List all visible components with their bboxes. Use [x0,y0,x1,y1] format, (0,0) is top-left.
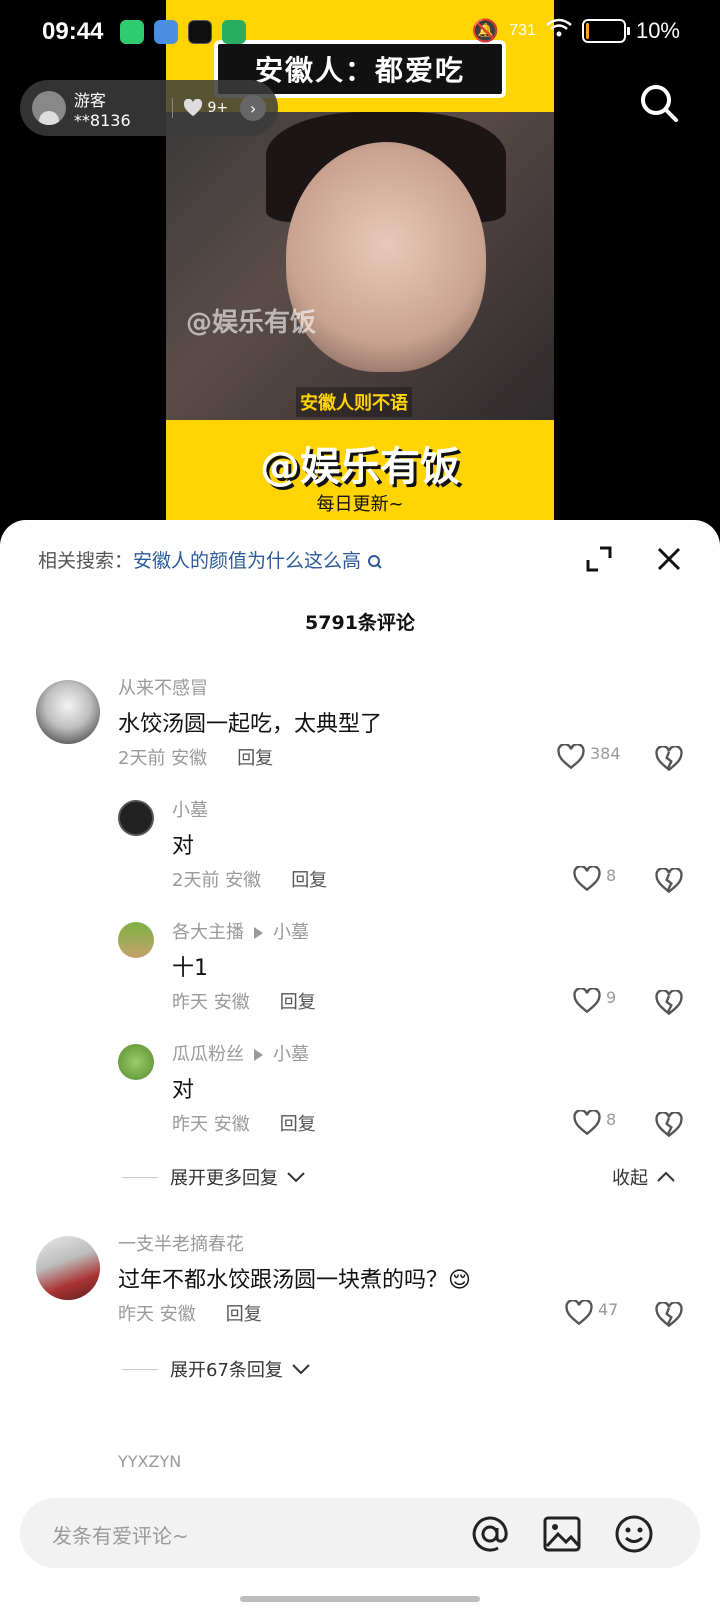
like-button[interactable]: 8 [572,1110,616,1136]
home-indicator[interactable] [240,1596,480,1602]
expand-icon[interactable] [584,544,614,574]
mute-icon: 🔕 [471,18,500,43]
divider [172,98,174,118]
reply-author[interactable]: 各大主播 小墓 [172,918,309,944]
chevron-up-icon [657,1171,675,1182]
comment-time-location: 昨天 安徽 [118,1304,196,1325]
reply-text: 对 [172,834,195,859]
heart-outline-icon [573,988,601,1014]
comment-author[interactable]: 从来不感冒 [118,674,208,700]
reply-time-location: 2天前 安徽 [172,870,262,891]
android-app-icon [222,20,246,44]
user-avatar [32,91,66,125]
comment-input-placeholder: 发条有爱评论~ [52,1524,189,1548]
browser-app-icon [154,20,178,44]
related-search-prefix: 相关搜索： [38,550,134,572]
status-bar: 09:44 🔕 731 10% [0,0,720,66]
wifi-icon [546,18,572,44]
reply-text: 十1 [172,956,208,981]
avatar[interactable] [36,1236,100,1300]
status-right: 🔕 731 10% [472,18,680,44]
like-button[interactable]: 47 [564,1300,618,1326]
status-time: 09:44 [42,18,104,45]
chevron-down-icon [287,1172,305,1183]
expand-replies-button[interactable]: 展开更多回复 [122,1164,306,1190]
comment-time-location: 2天前 安徽 [118,748,208,769]
search-icon[interactable] [638,82,680,124]
video-frame: @娱乐有饭 安徽人则不语 [166,112,554,420]
tiktok-app-icon [188,20,212,44]
reply-author[interactable]: 小墓 [172,796,208,822]
close-icon[interactable] [654,544,684,574]
heart-icon [184,99,203,117]
like-count: 9 [606,988,617,1007]
video-subtitle: 安徽人则不语 [296,387,412,417]
expand-replies-button[interactable]: 展开67条回复 [122,1356,311,1382]
comment-text: 水饺汤圆一起吃，太典型了 [118,712,383,737]
reply-button[interactable]: 回复 [291,870,327,891]
comment-input[interactable]: 发条有爱评论~ [20,1498,700,1568]
chevron-down-icon [292,1364,310,1375]
comment-meta: 昨天 安徽 回复 [118,1300,262,1326]
battery-app-icon [120,20,144,44]
comment-author[interactable]: 一支半老摘春花 [118,1230,244,1256]
video-brand: @娱乐有饭 [260,444,460,490]
reply-meta: 昨天 安徽 回复 [172,988,316,1014]
search-small-icon [368,554,382,569]
network-speed: 731 [509,22,536,39]
emoji-icon[interactable] [614,1514,654,1554]
like-count: 47 [598,1300,619,1319]
image-icon[interactable] [542,1514,582,1554]
mention-icon[interactable] [470,1514,510,1554]
avatar[interactable] [118,1044,154,1080]
heart-outline-icon [565,1300,593,1326]
heart-outline-icon [573,866,601,892]
user-likes: 9+ [183,99,228,117]
like-button[interactable]: 384 [556,744,621,770]
reply-time-location: 昨天 安徽 [172,992,250,1013]
reply-button[interactable]: 回复 [280,992,316,1013]
avatar[interactable] [118,922,154,958]
battery-percent: 10% [635,18,680,43]
dislike-icon[interactable] [654,746,684,772]
reply-meta: 2天前 安徽 回复 [172,866,327,892]
collapse-replies-button[interactable]: 收起 [612,1164,676,1190]
like-count: 8 [606,1110,617,1129]
reply-time-location: 昨天 安徽 [172,1114,250,1135]
like-count: 384 [590,744,621,763]
dislike-icon[interactable] [654,868,684,894]
user-pill[interactable]: 游客**8136 9+ › [20,80,278,136]
reply-author[interactable]: 瓜瓜粉丝 小墓 [172,1040,309,1066]
reply-meta: 昨天 安徽 回复 [172,1110,316,1136]
avatar[interactable] [118,800,154,836]
comment-count: 5791条评论 [305,612,415,634]
heart-outline-icon [557,744,585,770]
heart-outline-icon [573,1110,601,1136]
reply-text: 对 [172,1078,195,1103]
reply-button[interactable]: 回复 [226,1304,262,1325]
like-count: 8 [606,866,617,885]
notification-icons [120,20,246,44]
video-player[interactable]: 安徽人：都爱吃 @娱乐有饭 安徽人则不语 @娱乐有饭 每日更新~ [166,0,554,520]
related-search[interactable]: 相关搜索：安徽人的颜值为什么这么高 [38,546,383,573]
reply-button[interactable]: 回复 [280,1114,316,1135]
chevron-right-icon[interactable]: › [240,95,267,121]
comment-meta: 2天前 安徽 回复 [118,744,273,770]
dislike-icon[interactable] [654,1302,684,1328]
comment-author[interactable]: YYXZYN [118,1452,181,1471]
related-search-query[interactable]: 安徽人的颜值为什么这么高 [133,550,361,572]
avatar[interactable] [36,680,100,744]
like-button[interactable]: 8 [572,866,616,892]
battery-icon [581,19,630,43]
video-watermark: @娱乐有饭 [186,308,317,338]
dislike-icon[interactable] [654,1112,684,1138]
reply-button[interactable]: 回复 [237,748,273,769]
user-name: 游客**8136 [73,90,131,130]
video-daily: 每日更新~ [316,494,404,515]
dislike-icon[interactable] [654,990,684,1016]
like-button[interactable]: 9 [572,988,616,1014]
comment-sheet: 相关搜索：安徽人的颜值为什么这么高 5791条评论 从来不感冒 水饺汤圆一起吃，… [0,520,720,1612]
comment-text: 过年不都水饺跟汤圆一块煮的吗？😌 [118,1268,471,1293]
